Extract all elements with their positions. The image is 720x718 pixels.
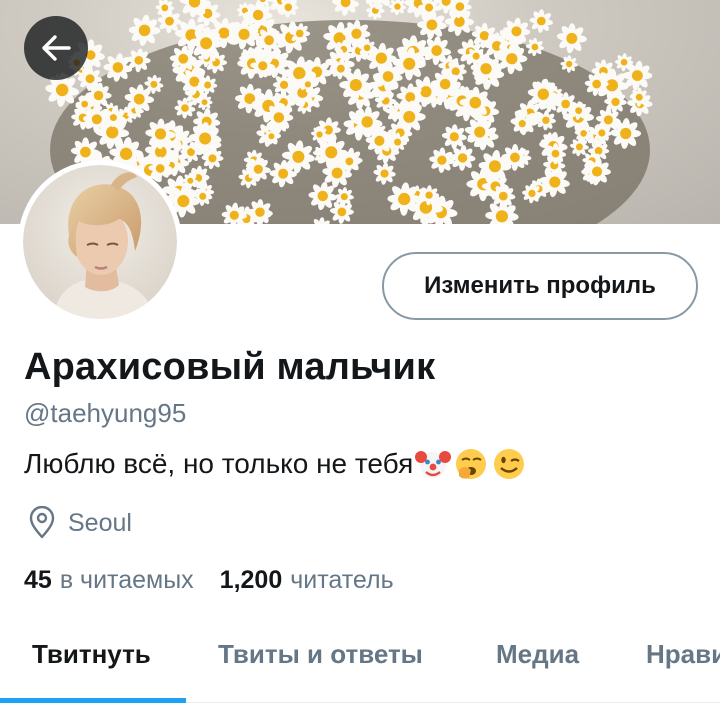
tab-likes[interactable]: Нрави	[646, 620, 720, 688]
profile-photo	[23, 165, 177, 319]
edit-profile-button[interactable]: Изменить профиль	[382, 252, 698, 320]
followers-count[interactable]: 1,200	[220, 566, 283, 595]
bio: Люблю всё, но только не тебя	[24, 446, 527, 482]
winking-face-emoji	[494, 449, 525, 479]
location: Seoul	[26, 506, 132, 540]
user-handle: @taehyung95	[24, 398, 187, 428]
avatar[interactable]	[18, 160, 182, 324]
bio-text: Люблю всё, но только не тебя	[24, 448, 414, 479]
profile-page: Изменить профиль Арахисовый мальчик @tae…	[0, 0, 720, 718]
location-pin-icon	[29, 506, 55, 539]
yawning-face-emoji	[456, 449, 487, 479]
tab-tweets-and-replies[interactable]: Твиты и ответы	[218, 620, 423, 688]
clown-face-emoji	[415, 451, 452, 478]
follow-stats: 45 в читаемых 1,200 читатель	[24, 566, 420, 595]
following-label[interactable]: в читаемых	[60, 566, 194, 595]
back-button[interactable]	[24, 16, 88, 80]
tab-tweets[interactable]: Твитнуть	[32, 620, 151, 688]
followers-label[interactable]: читатель	[290, 566, 393, 595]
following-count[interactable]: 45	[24, 566, 52, 595]
tab-media[interactable]: Медиа	[496, 620, 579, 688]
arrow-left-icon	[42, 35, 71, 61]
display-name: Арахисовый мальчик	[24, 346, 436, 388]
location-text: Seoul	[68, 508, 132, 537]
active-tab-indicator	[0, 698, 186, 703]
profile-tabs: Твитнуть Твиты и ответы Медиа Нрави	[0, 620, 720, 702]
